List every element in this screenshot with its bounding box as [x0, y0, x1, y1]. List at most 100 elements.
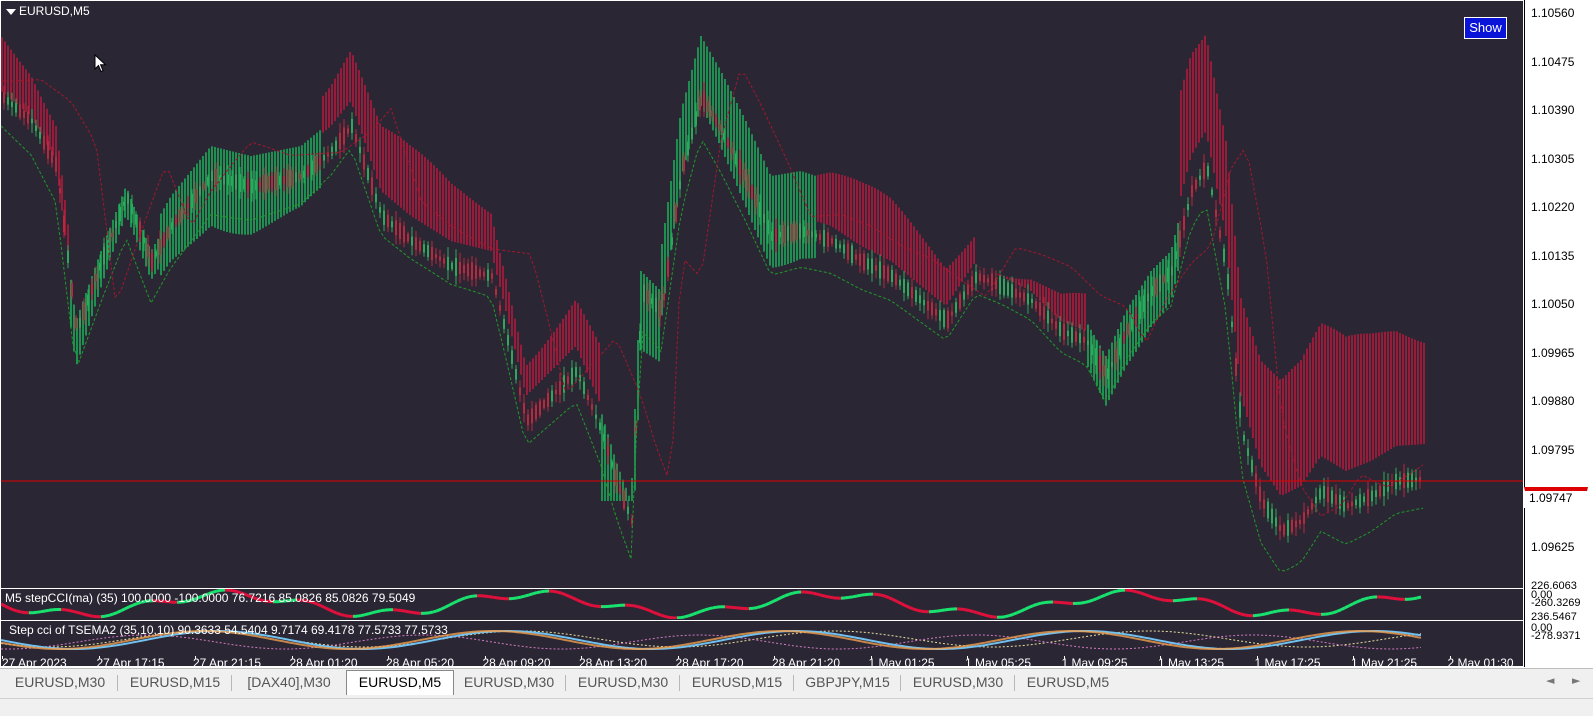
stepcci-segment	[453, 601, 457, 603]
candle-body	[1223, 249, 1225, 263]
stepcci-segment	[705, 609, 709, 610]
stepcci-segment	[1105, 594, 1109, 596]
stepcci-segment	[117, 611, 121, 613]
candle-body	[1247, 448, 1249, 456]
stepcci-segment	[1293, 610, 1297, 611]
stepcci-segment	[1029, 606, 1033, 608]
stepcci-segment	[1037, 603, 1041, 604]
chart-tab[interactable]: EURUSD,M30	[452, 671, 566, 694]
chart-tab[interactable]: [DAX40],M30	[232, 671, 346, 694]
candle-body	[1335, 494, 1337, 505]
horizontal-scrollbar[interactable]	[0, 698, 1593, 716]
chart-tab[interactable]: EURUSD,M15	[118, 671, 232, 694]
candle-body	[1287, 520, 1289, 536]
main-price-pane[interactable]: EURUSD,M5 Show	[1, 1, 1523, 586]
stepcci-segment	[69, 610, 73, 611]
candle-body	[591, 404, 593, 409]
candle-body	[87, 295, 89, 306]
tsema-cci-indicator-pane[interactable]: Step cci of TSEMA2 (35,10,10) 90.3633 54…	[1, 620, 1523, 655]
chevron-down-icon[interactable]	[6, 9, 16, 15]
candle-body	[627, 507, 629, 514]
stepcci-segment	[1301, 611, 1305, 612]
stepcci-segment	[1265, 613, 1269, 614]
stepcci-segment	[709, 608, 713, 609]
stepcci-segment	[73, 611, 77, 612]
candle-body	[431, 247, 433, 260]
chart-window[interactable]: EURUSD,M5 Show M5 stepCCI(ma) (35) 100.0…	[0, 0, 1593, 667]
candle-body	[1259, 487, 1261, 502]
candle-body	[1371, 491, 1373, 502]
candle-body	[959, 294, 961, 309]
candle-body	[15, 103, 17, 113]
candle-body	[227, 175, 229, 185]
stepcci-segment	[21, 612, 25, 613]
stepcci-segment	[681, 617, 685, 618]
show-button[interactable]: Show	[1464, 17, 1507, 39]
scroll-left-icon[interactable]: ◄	[1546, 674, 1554, 687]
chart-tab[interactable]: EURUSD,M30	[901, 671, 1015, 694]
stepcci-segment	[577, 600, 581, 602]
stepcci-segment	[761, 605, 765, 606]
stepcci-segment	[401, 611, 405, 612]
candle-body	[203, 183, 205, 188]
stepcci-indicator-pane[interactable]: M5 stepCCI(ma) (35) 100.0000 -100.0000 7…	[1, 588, 1523, 619]
chart-tab[interactable]: EURUSD,M5	[346, 670, 454, 695]
candle-body	[99, 263, 101, 271]
stepcci-segment	[857, 595, 861, 596]
indicator-axis-label: -260.3269	[1531, 597, 1581, 609]
chart-plot-area[interactable]: EURUSD,M5 Show M5 stepCCI(ma) (35) 100.0…	[1, 1, 1523, 666]
candle-body	[823, 230, 825, 247]
candle-body	[1351, 502, 1353, 507]
stepcci-segment	[1117, 590, 1121, 591]
price-level-label: 1.10050	[1531, 297, 1574, 311]
candle-body	[711, 111, 713, 117]
candle-body	[1379, 486, 1381, 497]
chart-tab[interactable]: EURUSD,M30	[2, 671, 118, 694]
mouse-cursor-icon	[94, 54, 108, 74]
candle-body	[175, 218, 177, 224]
stepcci-segment	[633, 606, 637, 607]
stepcci-segment	[1257, 615, 1261, 616]
stepcci-segment	[1409, 599, 1413, 600]
candle-body	[763, 214, 765, 223]
candle-body	[91, 284, 93, 294]
candle-body	[491, 273, 493, 278]
candle-body	[379, 207, 381, 213]
stepcci-indicator-label: M5 stepCCI(ma) (35) 100.0000 -100.0000 7…	[5, 591, 415, 605]
stepcci-segment	[1021, 609, 1025, 611]
candle-body	[1007, 282, 1009, 295]
candle-body	[1135, 314, 1137, 319]
stepcci-segment	[361, 615, 365, 616]
candle-body	[547, 393, 549, 407]
candle-body	[463, 265, 465, 273]
candle-body	[523, 403, 525, 413]
candle-body	[1087, 341, 1089, 345]
candle-body	[675, 204, 677, 221]
candle-body	[1179, 231, 1181, 248]
price-axis[interactable]: 1.105601.104751.103901.103051.102201.101…	[1524, 0, 1593, 667]
chart-tab[interactable]: EURUSD,M5	[1015, 671, 1121, 694]
candle-body	[59, 188, 61, 193]
candle-body	[211, 171, 213, 181]
time-label: 27 Apr 2023	[2, 656, 67, 666]
stepcci-segment	[921, 611, 925, 612]
stepcci-segment	[321, 606, 325, 608]
chart-tab[interactable]: GBPJPY,M15	[794, 671, 901, 694]
candle-body	[703, 92, 705, 107]
stepcci-segment	[1385, 597, 1389, 598]
time-label: 27 Apr 21:15	[193, 656, 261, 666]
stepcci-segment	[1033, 604, 1037, 605]
candle-body	[415, 237, 417, 250]
time-label: 1 May 05:25	[965, 656, 1031, 666]
candle-body	[1015, 289, 1017, 298]
chart-tab[interactable]: EURUSD,M15	[680, 671, 794, 694]
stepcci-segment	[1129, 590, 1133, 591]
stepcci-segment	[497, 598, 501, 599]
candle-body	[1055, 321, 1057, 329]
stepcci-segment	[1133, 591, 1137, 592]
chart-tab[interactable]: EURUSD,M30	[566, 671, 680, 694]
candle-body	[83, 303, 85, 320]
scroll-right-icon[interactable]: ►	[1572, 674, 1580, 687]
candle-body	[1175, 251, 1177, 259]
stepcci-segment	[409, 612, 413, 613]
